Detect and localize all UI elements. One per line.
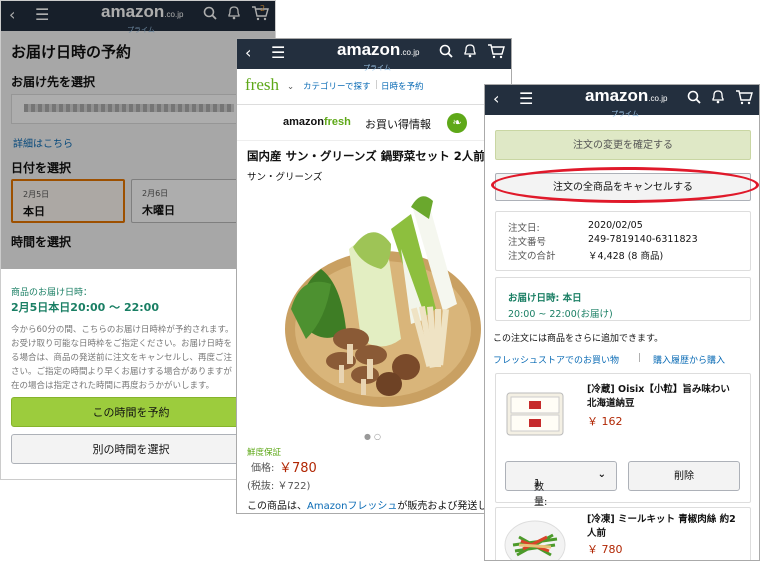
- order-date-value: 2020/02/05: [588, 220, 643, 231]
- note-line: る場合は、商品の発送前に注文をキャンセルし、再度ご注: [11, 353, 233, 363]
- sold-by-text: この商品は、Amazonフレッシュが販売および発送します。: [247, 497, 511, 512]
- note-line: さい。ご指定の時間より早くお届けする場合がありますが: [11, 367, 232, 377]
- product-brand[interactable]: サン・グリーンズ: [247, 169, 322, 183]
- delivery-time: 20:00 ~ 22:00(お届け): [508, 309, 613, 320]
- date-label: 日付を選択: [11, 161, 72, 175]
- bell-icon[interactable]: [711, 89, 725, 109]
- reservation-notes: 今から60分の間、こちらのお届け日時枠が予約されます。 お受け取り可能な日時枠を…: [11, 323, 243, 393]
- delivery-info-card: お届け日時: 本日 20:00 ~ 22:00(お届け): [495, 277, 751, 321]
- order-total-label: 注文の合計: [508, 251, 556, 262]
- note-line: 今から60分の間、こちらのお届け日時枠が予約されます。: [11, 325, 234, 335]
- search-icon[interactable]: [687, 89, 701, 109]
- mealkit-product-image[interactable]: [501, 515, 569, 561]
- back-icon[interactable]: ‹: [9, 5, 15, 25]
- product-title: 国内産 サン・グリーンズ 鍋野菜セット 2人前: [247, 149, 485, 163]
- item-name[interactable]: [冷凍] ミールキット 青椒肉絲 約2人前: [587, 513, 737, 541]
- date-text: 2月5日: [23, 190, 50, 199]
- quantity-dropdown[interactable]: 数量: 1 ⌄: [505, 461, 617, 508]
- delivery-reservation-screen: ‹ ☰ amazon.co.jp プライム 2 お届け日時の予約 お届け先を選択…: [0, 0, 276, 480]
- cart-count: 2: [260, 4, 266, 13]
- product-price: ￥780: [279, 461, 317, 476]
- back-icon[interactable]: ‹: [245, 43, 251, 63]
- back-icon[interactable]: ‹: [493, 89, 499, 109]
- price-tax-excluded: (税抜: ￥722): [247, 481, 311, 492]
- day-text: 本日: [23, 205, 45, 218]
- chevron-down-icon: ⌄: [597, 469, 606, 480]
- delivery-time-label: 商品のお届け日時：: [11, 288, 93, 298]
- date-option-today[interactable]: 2月5日 本日: [11, 179, 125, 223]
- confirm-changes-button[interactable]: 注文の変更を確定する: [495, 130, 751, 160]
- top-nav-bar: ‹ ☰ amazon.co.jp プライム 2: [1, 1, 275, 34]
- fresh-logo[interactable]: fresh: [245, 75, 279, 95]
- bell-icon[interactable]: [227, 5, 241, 25]
- freshness-guarantee: 鮮度保証: [247, 448, 282, 458]
- order-summary-card: 注文日: 2020/02/05 注文番号 249-7819140-6311823…: [495, 211, 751, 271]
- day-text: 木曜日: [142, 204, 175, 217]
- time-label: 時間を選択: [11, 235, 72, 249]
- page-title: お届け日時の予約: [11, 43, 132, 61]
- search-icon[interactable]: [439, 43, 453, 63]
- delete-item-button[interactable]: 削除: [628, 461, 740, 491]
- reserve-time-button[interactable]: この時間を予約: [11, 397, 251, 427]
- fresh-nav-bar: fresh ⌄ カテゴリーで探す | 日時を予約: [237, 69, 511, 105]
- chevron-down-icon[interactable]: ⌄: [287, 82, 294, 92]
- delivery-time-value: 2月5日本日20:00 ～ 22:00: [11, 301, 159, 314]
- natto-product-image[interactable]: [501, 383, 569, 441]
- choose-other-time-button[interactable]: 別の時間を選択: [11, 434, 251, 464]
- quantity-value: 1: [534, 478, 541, 489]
- item-price: ￥ 780: [587, 543, 623, 556]
- menu-icon[interactable]: ☰: [35, 5, 49, 25]
- image-pager-dots[interactable]: ●○: [364, 432, 384, 441]
- note-line: 在の場合は指定された時間に再度おうかがいします。: [11, 381, 215, 391]
- top-nav-bar: ‹ ☰ amazon.co.jp プライム: [485, 85, 759, 118]
- product-image[interactable]: [261, 189, 501, 429]
- cart-icon[interactable]: [487, 43, 505, 64]
- note-line: お受け取り可能な日時枠をご指定ください。お届け日時を: [11, 339, 233, 349]
- nav-categories[interactable]: カテゴリーで探す: [303, 80, 371, 92]
- order-details-screen: ‹ ☰ amazon.co.jp プライム 注文の変更を確定する 注文の全商品を…: [484, 84, 760, 561]
- nav-separator: |: [375, 80, 378, 90]
- product-detail-screen: ‹ ☰ amazon.co.jp プライム fresh ⌄ カテゴリーで探す |…: [236, 38, 512, 514]
- bell-icon[interactable]: [463, 43, 477, 63]
- item-name[interactable]: [冷蔵] Oisix【小粒】旨み味わい北海道納豆: [587, 383, 737, 411]
- order-date-label: 注文日:: [508, 223, 540, 234]
- item-price: ￥ 162: [587, 415, 623, 428]
- price-label: 価格:: [251, 463, 275, 474]
- leaf-icon: ❧: [447, 113, 467, 133]
- highlight-oval: [491, 167, 759, 203]
- link-separator: |: [638, 353, 642, 363]
- delivery-date: お届け日時: 本日: [508, 293, 582, 304]
- order-number-value: 249-7819140-6311823: [588, 234, 698, 245]
- deals-label: お買い得情報: [365, 118, 431, 131]
- menu-icon[interactable]: ☰: [519, 89, 533, 109]
- menu-icon[interactable]: ☰: [271, 43, 285, 63]
- cart-icon[interactable]: [735, 89, 753, 110]
- address-label: お届け先を選択: [11, 75, 96, 89]
- amazonfresh-banner[interactable]: amazonfresh お買い得情報 ❧: [237, 105, 511, 141]
- search-icon[interactable]: [203, 5, 217, 25]
- sold-by-prefix: この商品は、: [247, 501, 307, 512]
- order-total-value: ￥4,428 (8 商品): [588, 251, 664, 262]
- top-nav-bar: ‹ ☰ amazon.co.jp プライム: [237, 39, 511, 72]
- nav-schedule[interactable]: 日時を予約: [381, 80, 424, 92]
- add-items-note: この注文には商品をさらに追加できます。: [493, 334, 664, 344]
- amazon-logo[interactable]: amazon.co.jp プライム: [101, 3, 183, 39]
- amazonfresh-logo: amazonfresh: [283, 116, 351, 128]
- fresh-store-link[interactable]: フレッシュストアでのお買い物: [493, 353, 619, 366]
- amazon-logo[interactable]: amazon.co.jp プライム: [585, 87, 667, 123]
- amazon-fresh-link[interactable]: Amazonフレッシュ: [307, 501, 397, 512]
- details-link[interactable]: 詳細はこちら: [13, 135, 73, 150]
- order-number-label: 注文番号: [508, 237, 547, 248]
- date-text: 2月6日: [142, 189, 169, 198]
- purchase-history-link[interactable]: 購入履歴から購入: [653, 353, 725, 366]
- blurred-address: [24, 104, 234, 112]
